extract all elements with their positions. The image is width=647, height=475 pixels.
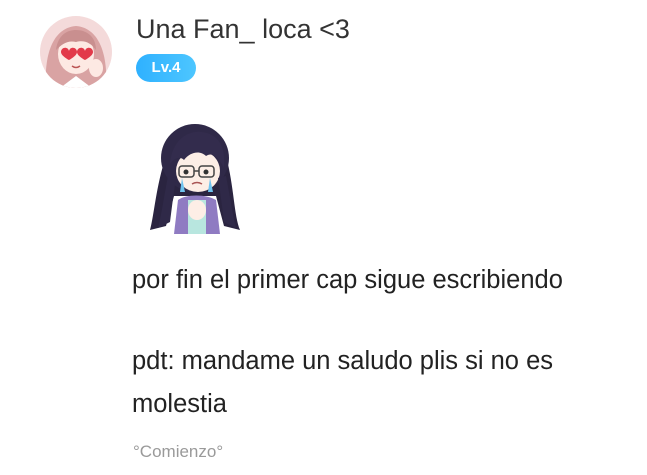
anime-girl-avatar-icon xyxy=(40,16,112,88)
reply-tag-link[interactable]: °Comienzo° xyxy=(133,442,223,462)
author-avatar[interactable] xyxy=(40,16,112,88)
comment-text-line: por fin el primer cap sigue escribiendo xyxy=(132,266,563,294)
level-badge[interactable]: Lv.4 xyxy=(136,54,196,82)
crying-girl-sticker-icon xyxy=(146,116,244,234)
comment-text-line: pdt: mandame un saludo plis si no es xyxy=(132,347,553,375)
comment-text-line: molestia xyxy=(132,390,227,418)
author-name[interactable]: Una Fan_ loca <3 xyxy=(136,14,350,45)
